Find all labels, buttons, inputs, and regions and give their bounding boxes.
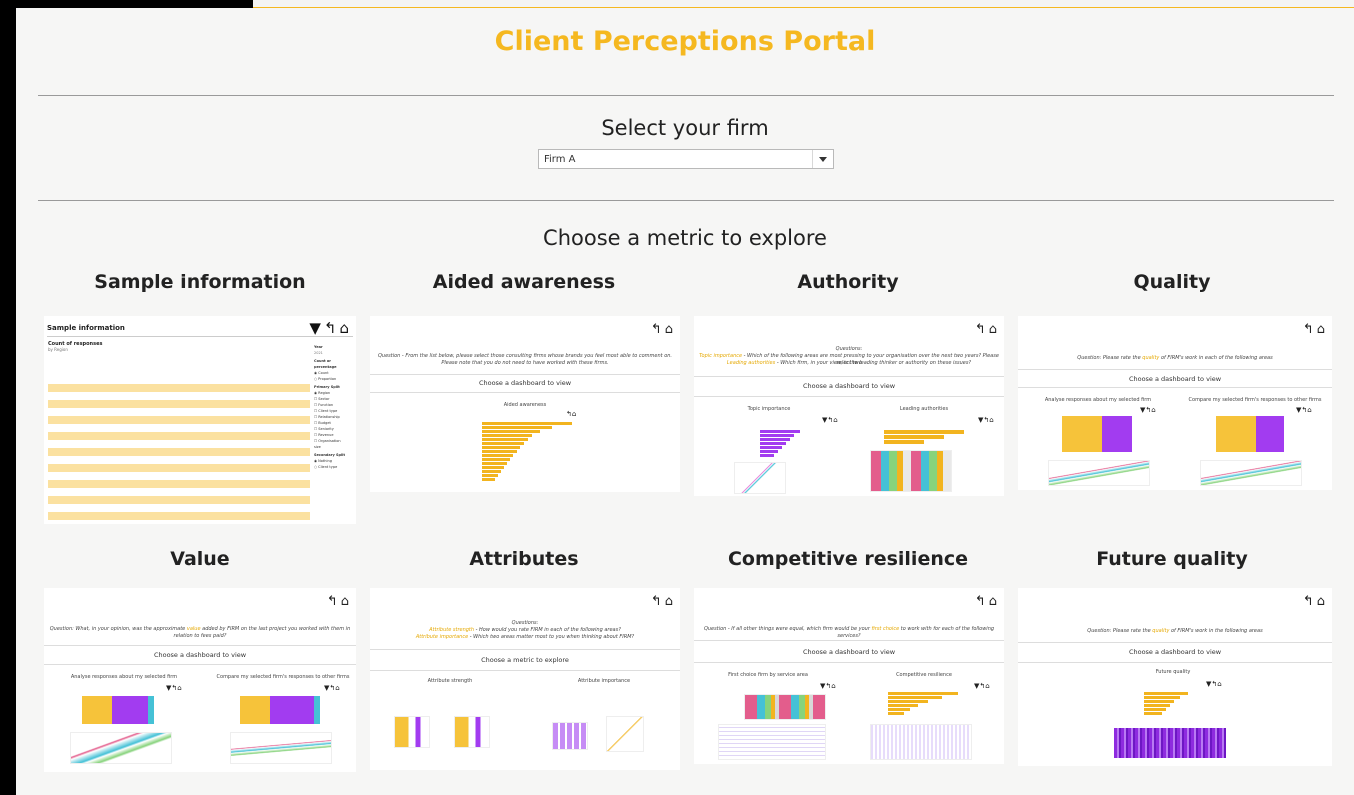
card-title-attributes[interactable]: Attributes (374, 548, 674, 570)
choose-dashboard-label: Choose a dashboard to view (802, 382, 896, 390)
home-icon[interactable]: ⌂ (339, 319, 352, 337)
quality-question-post: of FIRM's work in each of the following … (1160, 355, 1273, 361)
attributes-q2: - Which two areas matter most to you whe… (469, 634, 635, 640)
thumb-title: Sample information (47, 324, 125, 332)
card-title-competitive-resilience[interactable]: Competitive resilience (698, 548, 998, 570)
divider (38, 200, 1334, 201)
value-question-post: added by FIRM on the last project you wo… (173, 626, 351, 639)
home-icon[interactable]: ⌂ (1317, 322, 1328, 337)
aided-chart-caption: Aided awareness (503, 402, 547, 408)
back-icon[interactable]: ↰ (327, 594, 341, 609)
back-icon[interactable]: ↰ (651, 322, 665, 337)
count-subtitle: by Region (48, 347, 68, 352)
home-icon[interactable]: ⌂ (989, 322, 1000, 337)
choose-dashboard-label: Choose a dashboard to view (802, 648, 896, 656)
thumb-quality[interactable]: ↰⌂ Question: Please rate the quality of … (1018, 316, 1332, 490)
back-icon[interactable]: ↰ (651, 594, 665, 609)
competitive-question-highlight: first choice (871, 626, 900, 632)
side-count-label: Count or percentage (314, 359, 337, 369)
value-question-pre: Question: What, in your opinion, was the… (49, 626, 186, 632)
thumb-competitive-resilience[interactable]: ↰⌂ Question - If all other things were e… (694, 588, 1004, 764)
thumb-attributes[interactable]: ↰⌂ Questions: Attribute strength - How w… (370, 588, 680, 770)
choose-dashboard-label: Choose a dashboard to view (478, 379, 572, 387)
back-icon[interactable]: ↰ (975, 322, 989, 337)
competitive-question-pre: Question - If all other things were equa… (703, 626, 870, 632)
divider (38, 95, 1334, 96)
card-title-aided-awareness[interactable]: Aided awareness (374, 271, 674, 293)
attribute-strength-caption: Attribute strength (427, 678, 473, 684)
aided-question: Question - From the list below, please s… (377, 353, 673, 366)
future-question-pre: Question: Please rate the (1087, 628, 1151, 634)
firm-dropdown[interactable]: Firm A (538, 149, 834, 169)
topic-importance-caption: Topic importance (747, 406, 791, 412)
home-icon[interactable]: ⌂ (341, 594, 352, 609)
authority-q1-highlight: Topic importance (699, 353, 743, 359)
choose-metric-sub-label: Choose a metric to explore (481, 656, 569, 664)
future-question-post: of FIRM's work in the following areas (1171, 628, 1263, 634)
quality-left-caption: Analyse responses about my selected firm (1044, 397, 1152, 403)
value-right-caption: Compare my selected firm's responses to … (216, 674, 350, 680)
authority-questions-label: Questions: (835, 346, 863, 352)
home-icon[interactable]: ⌂ (989, 594, 1000, 609)
choose-metric-label: Choose a metric to explore (543, 226, 827, 250)
card-title-authority[interactable]: Authority (698, 271, 998, 293)
card-title-future-quality[interactable]: Future quality (1022, 548, 1322, 570)
window-left-edge (0, 0, 16, 795)
chevron-down-icon[interactable] (812, 150, 833, 168)
value-left-caption: Analyse responses about my selected firm (70, 674, 178, 680)
thumb-sample-information[interactable]: Sample information ▼↰⌂ Count of response… (44, 316, 356, 524)
firm-dropdown-value: Firm A (544, 154, 576, 165)
attributes-q2-highlight: Attribute importance (415, 634, 469, 640)
home-icon[interactable]: ⌂ (665, 594, 676, 609)
attributes-q1-highlight: Attribute strength (429, 627, 475, 633)
back-icon[interactable]: ↰ (1303, 322, 1317, 337)
select-firm-label: Select your firm (601, 116, 769, 140)
quality-question-highlight: quality (1142, 355, 1160, 361)
choose-dashboard-label: Choose a dashboard to view (1128, 648, 1222, 656)
value-question-highlight: value (186, 626, 201, 632)
leading-authorities-caption: Leading authorities (899, 406, 949, 412)
quality-question-pre: Question: Please rate the (1077, 355, 1141, 361)
choose-dashboard-label: Choose a dashboard to view (153, 651, 247, 659)
filter-icon[interactable]: ▼ (309, 319, 324, 337)
future-quality-caption: Future quality (1155, 669, 1191, 675)
thumb-future-quality[interactable]: ↰⌂ Question: Please rate the quality of … (1018, 588, 1332, 766)
back-icon[interactable]: ↰ (1303, 594, 1317, 609)
card-title-sample-information[interactable]: Sample information (50, 271, 350, 293)
card-title-value[interactable]: Value (50, 548, 350, 570)
competitive-resilience-caption: Competitive resilience (896, 672, 952, 678)
quality-right-caption: Compare my selected firm's responses to … (1188, 397, 1322, 403)
back-icon[interactable]: ↰ (324, 319, 340, 337)
page-title: Client Perceptions Portal (494, 26, 876, 57)
choose-dashboard-label: Choose a dashboard to view (1128, 375, 1222, 383)
thumb-aided-awareness[interactable]: ↰⌂ Question - From the list below, pleas… (370, 316, 680, 492)
attribute-importance-caption: Attribute importance (577, 678, 631, 684)
authority-q2-highlight: Leading authorities (726, 360, 776, 366)
card-title-quality[interactable]: Quality (1022, 271, 1322, 293)
attributes-q1: - How would you rate FIRM in each of the… (475, 627, 621, 633)
thumb-value[interactable]: ↰⌂ Question: What, in your opinion, was … (44, 588, 356, 772)
top-bar (0, 0, 1354, 8)
home-icon[interactable]: ⌂ (1317, 594, 1328, 609)
first-choice-caption: First choice firm by service area (728, 672, 808, 678)
future-question-highlight: quality (1152, 628, 1170, 634)
home-icon[interactable]: ⌂ (665, 322, 676, 337)
back-icon[interactable]: ↰ (975, 594, 989, 609)
authority-q2: - Which firm, in your view, is the leadi… (776, 360, 972, 366)
attributes-questions-label: Questions: (511, 620, 539, 626)
thumb-authority[interactable]: ↰⌂ Questions: Topic importance - Which o… (694, 316, 1004, 496)
